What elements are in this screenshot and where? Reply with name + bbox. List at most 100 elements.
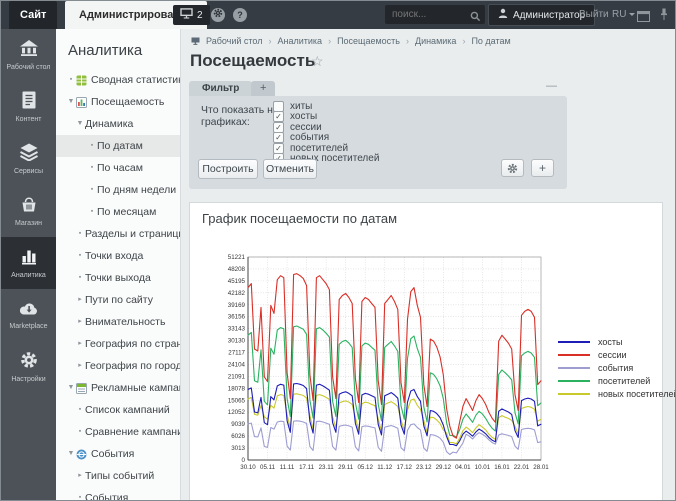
filter-body: Что показать награфиках: хиты ✓ хосты ✓ … [189,96,567,189]
legend-swatch [558,367,590,369]
document-icon [21,91,37,114]
sidebar-item-geo-cities[interactable]: ▸ География по городам [56,355,180,377]
checkbox-row-sessions[interactable]: ✓ сессии [273,122,379,133]
desktop-icon [191,37,200,45]
search-input[interactable] [385,5,472,24]
svg-text:23.12: 23.12 [416,464,432,471]
checkbox: ✓ [273,122,284,133]
checkbox-row-events[interactable]: ✓ события [273,133,379,144]
gear-icon[interactable] [211,8,225,22]
sidebar-item-exit-points[interactable]: ▪ Точки выхода [56,267,180,289]
breadcrumb-item[interactable]: Рабочий стол [206,36,263,46]
legend-item: новых посетителей [558,387,676,400]
legend-item: события [558,361,676,374]
svg-text:22.01: 22.01 [514,464,530,471]
rail-item-label: Аналитика [11,272,46,280]
svg-text:0: 0 [242,457,246,464]
search-box [385,5,485,24]
cloud-icon [19,300,39,321]
chevron-down-icon [629,13,635,16]
top-bar: Сайт Администрирование 2 ? Администратор… [1,1,676,30]
sidebar-item-dynamics[interactable]: ▼ Динамика [56,113,180,135]
rail-item-content[interactable]: Контент [1,81,56,133]
rail-item-desktop[interactable]: Рабочий стол [1,29,56,81]
sidebar-item-attention[interactable]: ▸ Внимательность [56,311,180,333]
breadcrumb-item[interactable]: Динамика [415,36,456,46]
main-content: Рабочий стол › Аналитика › Посещаемость … [181,29,675,500]
sidebar-item-geo-countries[interactable]: ▸ География по странам [56,333,180,355]
sidebar-item-events-list[interactable]: ▪ События [56,487,180,501]
sidebar-item-by-weekdays[interactable]: ▪ По дням недели [56,179,180,201]
sidebar-item-site-paths[interactable]: ▸ Пути по сайту [56,289,180,311]
add-filter-tab[interactable]: + [251,81,275,96]
collapse-filter-icon[interactable]: — [546,80,557,92]
svg-text:18078: 18078 [228,385,246,392]
basket-icon [20,195,38,218]
checkbox [273,101,284,112]
layers-icon [19,143,39,166]
cancel-button[interactable]: Отменить [263,159,317,179]
rail-item-label: Сервисы [14,168,43,176]
sidebar-item-sections-pages[interactable]: ▪ Разделы и страницы [56,223,180,245]
sidebar-item-ad-campaigns[interactable]: ▼ Рекламные кампании [56,377,180,399]
build-button[interactable]: Построить [198,159,258,179]
svg-text:10.01: 10.01 [475,464,491,471]
monitor-icon [180,8,193,22]
svg-text:30130: 30130 [228,338,246,345]
svg-text:28.01: 28.01 [533,464,549,471]
checkbox-row-visitors[interactable]: ✓ посетителей [273,143,379,154]
svg-text:27117: 27117 [228,350,245,357]
language-selector[interactable]: RU [612,1,635,29]
add-field-button[interactable]: + [531,159,554,177]
svg-text:29.12: 29.12 [436,464,452,471]
svg-text:3013: 3013 [231,445,245,452]
breadcrumb-item[interactable]: Посещаемость [337,36,400,46]
checkbox-row-hosts[interactable]: ✓ хосты [273,112,379,123]
tab-filter[interactable]: Фильтр [189,81,252,96]
checkbox: ✓ [273,132,284,143]
checkbox: ✓ [273,111,284,122]
module-rail: Рабочий стол Контент Сервисы Магазин Ана… [1,29,56,500]
breadcrumb: Рабочий стол › Аналитика › Посещаемость … [191,36,511,46]
filter-settings-button[interactable] [501,159,524,177]
sidebar-item-by-hours[interactable]: ▪ По часам [56,157,180,179]
sidebar-item-entry-points[interactable]: ▪ Точки входа [56,245,180,267]
legend-swatch [558,341,590,343]
sidebar-item-by-months[interactable]: ▪ По месяцам [56,201,180,223]
rail-item-settings[interactable]: Настройки [1,341,56,393]
summary-stats-icon [76,75,87,86]
checkbox-row-hits[interactable]: хиты [273,101,379,112]
legend-item: сессии [558,348,676,361]
rail-item-label: Рабочий стол [7,64,51,72]
fullscreen-icon[interactable] [637,9,650,27]
sidebar-item-campaign-list[interactable]: ▪ Список кампаний [56,399,180,421]
rail-item-label: Контент [16,116,42,124]
sidebar-item-campaign-compare[interactable]: ▪ Сравнение кампаний [56,421,180,443]
legend-item: посетителей [558,374,676,387]
breadcrumb-item[interactable]: По датам [471,36,510,46]
svg-text:12052: 12052 [228,409,246,416]
tab-site[interactable]: Сайт [9,1,57,29]
svg-text:45195: 45195 [228,278,246,285]
help-icon[interactable]: ? [233,8,247,22]
svg-text:23.11: 23.11 [319,464,335,471]
rail-item-analytics[interactable]: Аналитика [1,237,56,289]
rail-item-shop[interactable]: Магазин [1,185,56,237]
sidebar-item-traffic[interactable]: ▼ Посещаемость [56,91,180,113]
favorite-star-icon[interactable]: ☆ [311,53,324,70]
notifications-button[interactable]: 2 [173,5,210,25]
svg-text:42182: 42182 [228,290,246,297]
rail-item-services[interactable]: Сервисы [1,133,56,185]
pin-icon[interactable] [660,8,668,26]
breadcrumb-item[interactable]: Аналитика [278,36,323,46]
sidebar-title: Аналитика [56,29,180,69]
search-icon[interactable] [470,9,481,27]
sidebar-item-by-dates[interactable]: ▪ По датам [56,135,180,157]
svg-text:05.11: 05.11 [260,464,276,471]
sidebar-item-summary-stats[interactable]: ▪ Сводная статистика [56,69,180,91]
svg-text:39169: 39169 [228,302,246,309]
logout-link[interactable]: Выйти [579,1,609,29]
rail-item-marketplace[interactable]: Marketplace [1,289,56,341]
sidebar-item-event-types[interactable]: ▸ Типы событий [56,465,180,487]
sidebar-item-events[interactable]: ▼ События [56,443,180,465]
